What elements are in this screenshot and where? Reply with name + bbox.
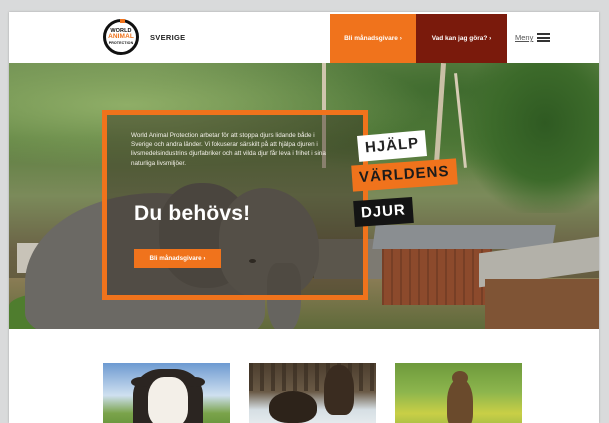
thumbnail-bears-in-snow[interactable] bbox=[249, 363, 376, 423]
tagline-word-3: DJUR bbox=[353, 196, 414, 228]
logo-text-animal: ANIMAL bbox=[108, 33, 134, 40]
hero-background-trees bbox=[464, 63, 599, 213]
cow-ear bbox=[131, 377, 151, 387]
menu-link[interactable]: Meny bbox=[515, 33, 533, 42]
world-animal-protection-logo[interactable]: WORLD ANIMAL PROTECTION bbox=[103, 19, 139, 55]
hero-become-monthly-donor-button[interactable]: Bli månadsgivare › bbox=[134, 249, 221, 268]
hamburger-menu-icon[interactable] bbox=[537, 33, 550, 42]
wooden-hut-right bbox=[479, 236, 599, 329]
country-label: SVERIGE bbox=[150, 33, 186, 42]
thumbnail-bear-in-meadow[interactable] bbox=[395, 363, 522, 423]
logo-text-protection: PROTECTION bbox=[108, 41, 134, 45]
bear bbox=[269, 391, 317, 423]
what-can-i-do-button[interactable]: Vad kan jag göra? › bbox=[416, 14, 507, 63]
forest-trees bbox=[249, 363, 376, 391]
hero-intro-text: World Animal Protection arbetar för att … bbox=[131, 132, 326, 167]
bear-standing bbox=[447, 371, 473, 423]
site-header: WORLD ANIMAL PROTECTION SVERIGE Bli måna… bbox=[9, 12, 599, 63]
cow-face bbox=[148, 377, 188, 423]
bear-standing bbox=[324, 365, 354, 415]
browser-page: WORLD ANIMAL PROTECTION SVERIGE Bli måna… bbox=[9, 12, 599, 423]
become-monthly-donor-button[interactable]: Bli månadsgivare › bbox=[330, 14, 416, 63]
thumbnail-cow[interactable] bbox=[103, 363, 230, 423]
cow-ear bbox=[185, 377, 205, 387]
hero-heading: Du behövs! bbox=[134, 202, 251, 225]
